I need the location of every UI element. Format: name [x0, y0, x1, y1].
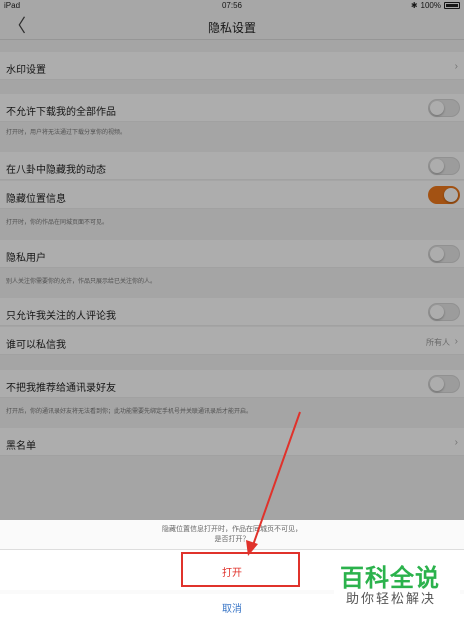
- site-logo-watermark: 百科全说 助你轻松解决: [334, 556, 460, 612]
- logo-subtitle: 助你轻松解决: [346, 591, 437, 606]
- annotation-highlight-box: [181, 552, 300, 587]
- message-line-2: 是否打开？: [214, 536, 250, 543]
- action-sheet-message: 隐藏位置信息打开时，作品在同城页不可见， 是否打开？: [0, 525, 464, 545]
- message-line-1: 隐藏位置信息打开时，作品在同城页不可见，: [162, 526, 302, 533]
